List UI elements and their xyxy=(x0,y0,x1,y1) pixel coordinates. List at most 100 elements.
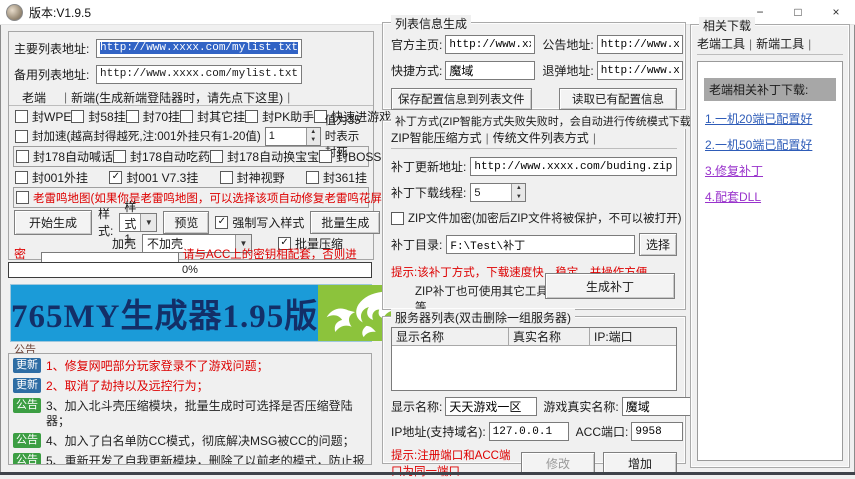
ip-input[interactable] xyxy=(489,422,569,441)
checkbox-zip-encrypt[interactable]: ZIP文件加密(加密后ZIP文件将被保护，不可以被打开) xyxy=(391,210,681,226)
real-name-input[interactable] xyxy=(622,397,692,416)
home-label: 官方主页: xyxy=(391,36,442,53)
patch-update-row: 补丁更新地址: xyxy=(391,157,677,176)
window-controls: − □ × xyxy=(741,0,855,24)
save-config-button[interactable]: 保存配置信息到列表文件 xyxy=(391,88,532,110)
shortcut-input[interactable] xyxy=(445,61,535,80)
tab-zip-mode[interactable]: ZIP智能压缩方式 xyxy=(391,129,482,146)
preview-button[interactable]: 预览 xyxy=(163,211,209,234)
tab-old-client[interactable]: 老端 xyxy=(14,89,60,106)
backup-list-label: 备用列表地址: xyxy=(14,66,96,83)
server-name-row: 显示名称: 游戏真实名称: xyxy=(391,397,677,416)
close-icon[interactable]: × xyxy=(817,0,855,24)
checkbox-block-001[interactable]: 封001外挂 xyxy=(15,169,88,186)
server-ip-row: IP地址(支持域名): ACC端口: xyxy=(391,422,677,441)
checkbox-label: 强制写入样式 xyxy=(232,214,304,231)
tab-separator: | xyxy=(593,131,596,145)
checkbox-block-speed[interactable]: 封加速(越高封得越死,注:001外挂只有1-20值) xyxy=(15,128,261,144)
checkbox-178-shout[interactable]: 封178自动喊话 xyxy=(16,148,113,165)
banner: 765MY生成器1.95版 xyxy=(10,284,372,342)
primary-list-input[interactable]: http://www.xxxx.com/mylist.txt xyxy=(96,39,302,58)
spinner-up-icon[interactable]: ▲ xyxy=(307,128,320,137)
start-generate-button[interactable]: 开始生成 xyxy=(14,210,92,235)
server-table-body[interactable] xyxy=(392,346,676,390)
checkbox-label: 封70挂 xyxy=(143,108,180,125)
checkbox-icon xyxy=(113,150,126,163)
checkbox-icon xyxy=(71,110,84,123)
list-info-row-1: 官方主页: 公告地址: xyxy=(391,35,677,54)
column-ip-port[interactable]: IP:端口 xyxy=(590,328,676,345)
acc-port-input[interactable] xyxy=(631,422,683,441)
download-group: 相关下载 老端工具 | 新端工具 | 老端相关补丁下载: 1.一机20端已配置好… xyxy=(690,24,850,468)
spinner-down-icon[interactable]: ▼ xyxy=(512,193,525,202)
checkbox-block-wpe[interactable]: 封WPE xyxy=(15,108,71,125)
display-name-input[interactable] xyxy=(445,397,537,416)
style-select[interactable]: 样式1 ▼ xyxy=(119,213,157,232)
checkbox-178-med[interactable]: 封178自动吃药 xyxy=(113,148,210,165)
checkbox-leiming-map[interactable]: 老雷鸣地图(如果你是老雷鸣地图，可以选择该项自动修复老雷鸣花屏) xyxy=(16,190,386,206)
choose-dir-button[interactable]: 选择 xyxy=(639,233,677,256)
zip-encrypt-row: ZIP文件加密(加密后ZIP文件将被保护，不可以被打开) xyxy=(391,210,677,226)
home-input[interactable] xyxy=(445,35,535,54)
maximize-icon[interactable]: □ xyxy=(779,0,817,24)
checkbox-block-other[interactable]: 封其它挂 xyxy=(180,108,245,125)
backup-list-value: http://www.xxxx.com/mylist.txt xyxy=(100,68,298,80)
notice-item: 更新 1、修复网吧部分玩家登录不了游戏问题； xyxy=(13,358,367,374)
thread-stepper[interactable]: 5 ▲▼ xyxy=(470,183,526,202)
speed-value-stepper[interactable]: 1 ▲▼ xyxy=(265,127,321,146)
patch-dir-input[interactable] xyxy=(446,235,635,254)
backup-list-row: 备用列表地址: http://www.xxxx.com/mylist.txt xyxy=(9,64,373,84)
tab-new-client[interactable]: 新端(生成新端登陆器时，请先点下这里) xyxy=(71,89,283,106)
tab-old-tools[interactable]: 老端工具 xyxy=(697,35,745,52)
checkbox-force-style[interactable]: 强制写入样式 xyxy=(215,214,304,231)
patch-update-input[interactable] xyxy=(470,157,677,176)
checkbox-block-58[interactable]: 封58挂 xyxy=(71,108,125,125)
checkbox-god-view[interactable]: 封神视野 xyxy=(220,169,285,186)
checkbox-178-pet[interactable]: 封178自动换宝宝 xyxy=(210,148,319,165)
notice-url-input[interactable] xyxy=(597,35,683,54)
server-table[interactable]: 显示名称 真实名称 IP:端口 xyxy=(391,327,677,391)
checkbox-label: 封361挂 xyxy=(323,169,367,186)
download-link-2[interactable]: 2.一机50端已配置好 xyxy=(705,136,842,153)
checkbox-label: 封PK助手 xyxy=(262,108,314,125)
download-link-1[interactable]: 1.一机20端已配置好 xyxy=(705,110,842,127)
backup-list-input[interactable]: http://www.xxxx.com/mylist.txt xyxy=(96,65,302,84)
notice-text: 1、修复网吧部分玩家登录不了游戏问题； xyxy=(46,358,269,374)
checkbox-label: 封001外挂 xyxy=(32,169,88,186)
checkbox-icon xyxy=(15,110,28,123)
speed-value: 1 xyxy=(266,128,306,145)
bounce-input[interactable] xyxy=(597,61,683,80)
read-config-button[interactable]: 读取已有配置信息 xyxy=(559,88,677,110)
checkbox-icon xyxy=(180,110,193,123)
batch-generate-button[interactable]: 批量生成 xyxy=(310,211,380,234)
launcher-config-panel: 主要列表地址: http://www.xxxx.com/mylist.txt 备… xyxy=(8,31,374,260)
tab-legacy-mode[interactable]: 传统文件列表方式 xyxy=(493,129,589,146)
download-link-3[interactable]: 3.修复补丁 xyxy=(705,162,842,179)
tab-separator: | xyxy=(64,90,67,104)
notice-badge: 公告 xyxy=(13,433,41,448)
checkbox-icon xyxy=(319,150,332,163)
column-display-name[interactable]: 显示名称 xyxy=(392,328,509,345)
checkbox-block-pk[interactable]: 封PK助手 xyxy=(245,108,314,125)
block-row-map: 老雷鸣地图(如果你是老雷鸣地图，可以选择该项自动修复老雷鸣花屏) xyxy=(13,187,369,208)
list-info-buttons: 保存配置信息到列表文件 读取已有配置信息 xyxy=(391,88,677,110)
patch-group: 补丁方式(ZIP智能方式失败失败时，会自动进行传统模式下载) ZIP智能压缩方式… xyxy=(382,120,686,310)
checkbox-block-361[interactable]: 封361挂 xyxy=(306,169,367,186)
column-real-name[interactable]: 真实名称 xyxy=(509,328,590,345)
list-info-row-2: 快捷方式: 退弹地址: xyxy=(391,61,677,80)
tab-new-tools[interactable]: 新端工具 xyxy=(756,35,804,52)
generate-patch-button[interactable]: 生成补丁 xyxy=(545,273,675,299)
checkbox-icon xyxy=(15,130,28,143)
ip-label: IP地址(支持域名): xyxy=(391,423,486,440)
list-info-title: 列表信息生成 xyxy=(391,15,471,32)
shortcut-label: 快捷方式: xyxy=(391,62,442,79)
patch-thread-label: 补丁下载线程: xyxy=(391,184,466,201)
spinner-up-icon[interactable]: ▲ xyxy=(512,184,525,193)
spinner-down-icon[interactable]: ▼ xyxy=(307,136,320,145)
notice-item: 公告 4、加入了白名单防CC模式，彻底解决MSG被CC的问题； xyxy=(13,433,367,449)
checkbox-block-001-v73[interactable]: 封001 V7.3挂 xyxy=(109,169,198,186)
download-link-4[interactable]: 4.配套DLL xyxy=(705,188,842,205)
checkbox-icon xyxy=(15,171,28,184)
chevron-down-icon[interactable]: ▼ xyxy=(140,214,156,231)
checkbox-block-70[interactable]: 封70挂 xyxy=(126,108,180,125)
